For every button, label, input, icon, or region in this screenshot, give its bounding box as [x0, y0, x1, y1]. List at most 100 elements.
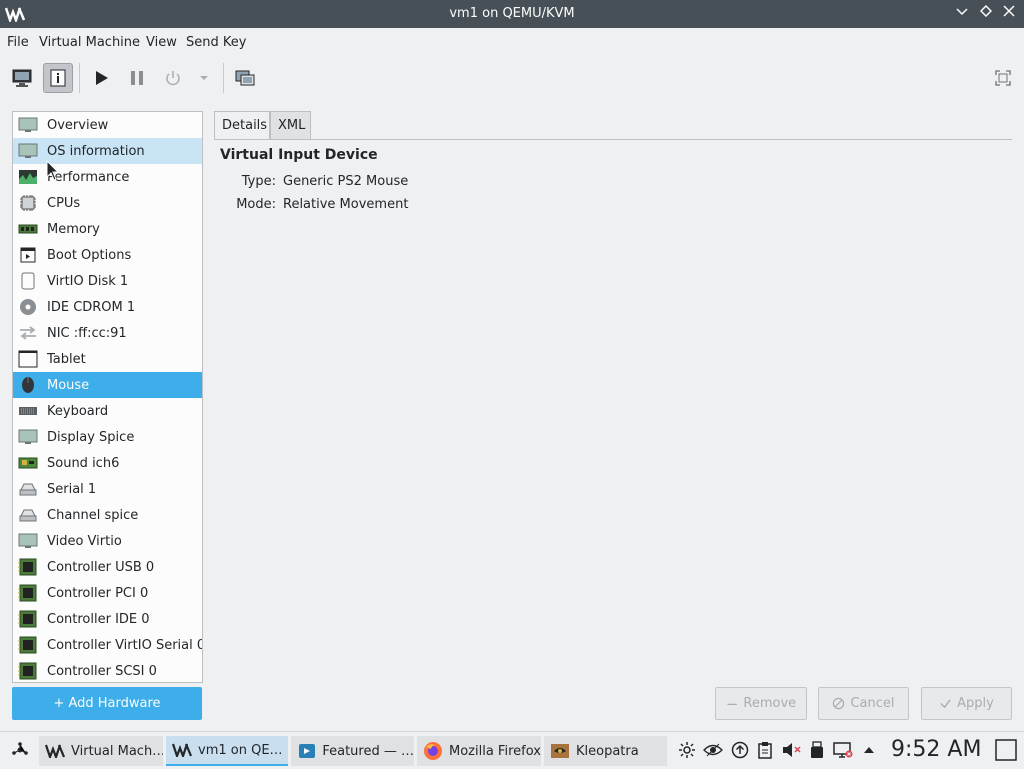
hw-item-cpus[interactable]: CPUs	[13, 190, 202, 216]
tray-expand-arrow-icon[interactable]	[859, 740, 879, 760]
menu-virtual-machine[interactable]: Virtual Machine	[39, 35, 140, 50]
toolbar-separator	[223, 63, 224, 93]
virt-manager-icon	[45, 741, 65, 761]
show-details-button[interactable]	[43, 63, 73, 93]
memory-icon	[18, 220, 38, 238]
hw-item-performance[interactable]: Performance	[13, 164, 202, 190]
tray-kde-connect-icon[interactable]	[677, 740, 697, 760]
remove-button[interactable]: − Remove	[715, 687, 807, 720]
firefox-icon	[423, 741, 443, 761]
hw-item-mouse[interactable]: Mouse	[13, 372, 202, 398]
hw-item-label: Mouse	[47, 377, 90, 393]
hw-item-sound-ich6[interactable]: Sound ich6	[13, 450, 202, 476]
diamond-icon	[979, 4, 993, 18]
hw-item-channel-spice[interactable]: Channel spice	[13, 502, 202, 528]
tab-details[interactable]: Details	[214, 111, 270, 139]
close-icon	[1003, 5, 1015, 17]
tray-clipboard-icon[interactable]	[755, 740, 775, 760]
hw-item-controller-virtio-serial-0[interactable]: Controller VirtIO Serial 0	[13, 632, 202, 658]
menu-bar: File Virtual Machine View Send Key	[0, 29, 1024, 56]
controller-icon	[18, 558, 38, 576]
hw-item-display-spice[interactable]: Display Spice	[13, 424, 202, 450]
hw-item-label: Video Virtio	[47, 533, 122, 549]
video-icon	[18, 532, 38, 550]
taskbar: Virtual Mach… vm1 on QE… Featured — … Mo…	[0, 731, 1024, 769]
controller-icon	[18, 584, 38, 602]
task-virtual-machine-manager[interactable]: Virtual Mach…	[39, 736, 163, 766]
tray-eye-icon[interactable]	[703, 740, 723, 760]
shutdown-button[interactable]	[158, 63, 188, 93]
tray-network-disconnected-icon[interactable]	[833, 740, 853, 760]
keyboard-icon	[18, 402, 38, 420]
tray-updates-icon[interactable]	[730, 740, 750, 760]
hw-item-label: Controller VirtIO Serial 0	[47, 637, 203, 653]
hw-item-memory[interactable]: Memory	[13, 216, 202, 242]
hw-item-label: Sound ich6	[47, 455, 120, 471]
tray-volume-muted-icon[interactable]	[781, 740, 801, 760]
close-button[interactable]	[1000, 5, 1018, 23]
launcher-icon	[12, 742, 28, 755]
performance-graph-icon	[18, 168, 38, 186]
show-console-button[interactable]	[7, 63, 37, 93]
cancel-button[interactable]: Cancel	[818, 687, 909, 720]
task-vm1[interactable]: vm1 on QE…	[166, 736, 288, 766]
hw-item-label: Serial 1	[47, 481, 97, 497]
tablet-icon	[18, 350, 38, 368]
hw-item-controller-pci-0[interactable]: Controller PCI 0	[13, 580, 202, 606]
hw-item-nic[interactable]: NIC :ff:cc:91	[13, 320, 202, 346]
task-label: Featured — …	[322, 743, 414, 759]
hw-item-controller-scsi-0[interactable]: Controller SCSI 0	[13, 658, 202, 682]
hw-item-ide-cdrom-1[interactable]: IDE CDROM 1	[13, 294, 202, 320]
hw-item-label: Controller IDE 0	[47, 611, 150, 627]
hw-item-label: IDE CDROM 1	[47, 299, 136, 315]
hw-item-controller-usb-0[interactable]: Controller USB 0	[13, 554, 202, 580]
menu-view[interactable]: View	[146, 35, 177, 50]
task-firefox[interactable]: Mozilla Firefox	[417, 736, 541, 766]
hw-item-virtio-disk-1[interactable]: VirtIO Disk 1	[13, 268, 202, 294]
shutdown-menu-button[interactable]	[190, 63, 218, 93]
hw-item-label: Controller USB 0	[47, 559, 155, 575]
hardware-list[interactable]: Overview OS information Performance CPUs…	[12, 111, 203, 683]
hw-item-os-information[interactable]: OS information	[13, 138, 202, 164]
hw-item-video-virtio[interactable]: Video Virtio	[13, 528, 202, 554]
section-heading: Virtual Input Device	[220, 147, 378, 163]
fullscreen-button[interactable]	[988, 63, 1018, 93]
apply-button[interactable]: Apply	[921, 687, 1012, 720]
hw-item-label: OS information	[47, 143, 145, 159]
hw-item-keyboard[interactable]: Keyboard	[13, 398, 202, 424]
hw-item-controller-ide-0[interactable]: Controller IDE 0	[13, 606, 202, 632]
hw-item-serial-1[interactable]: Serial 1	[13, 476, 202, 502]
menu-send-key[interactable]: Send Key	[186, 35, 246, 50]
serial-icon	[18, 480, 38, 498]
maximize-button[interactable]	[977, 4, 995, 23]
type-key-label: Type:	[241, 174, 276, 189]
task-label: Mozilla Firefox	[449, 743, 541, 759]
show-desktop-button[interactable]	[994, 738, 1018, 762]
snapshots-icon	[235, 70, 255, 86]
add-hardware-button[interactable]: + Add Hardware	[12, 687, 202, 720]
clock[interactable]: 9:52 AM	[891, 737, 981, 762]
pause-button[interactable]	[122, 63, 152, 93]
tray-usb-device-icon[interactable]	[807, 740, 827, 760]
mode-value: Relative Movement	[283, 197, 409, 212]
hw-item-overview[interactable]: Overview	[13, 112, 202, 138]
cancel-icon	[833, 697, 845, 710]
snapshots-button[interactable]	[230, 63, 260, 93]
tab-divider	[214, 139, 1012, 140]
kleopatra-icon	[550, 741, 570, 761]
task-label: Virtual Mach…	[71, 743, 163, 759]
hw-item-tablet[interactable]: Tablet	[13, 346, 202, 372]
channel-icon	[18, 506, 38, 524]
task-discover[interactable]: Featured — …	[291, 736, 414, 766]
tab-xml[interactable]: XML	[270, 111, 311, 139]
task-kleopatra[interactable]: Kleopatra	[544, 736, 667, 766]
show-desktop-icon	[995, 739, 1017, 761]
hw-item-label: Channel spice	[47, 507, 139, 523]
hw-item-boot-options[interactable]: Boot Options	[13, 242, 202, 268]
cpu-icon	[18, 194, 38, 212]
application-launcher-button[interactable]	[8, 738, 32, 762]
controller-icon	[18, 662, 38, 680]
minimize-button[interactable]	[953, 5, 971, 23]
run-button[interactable]	[86, 63, 116, 93]
menu-file[interactable]: File	[7, 35, 29, 50]
